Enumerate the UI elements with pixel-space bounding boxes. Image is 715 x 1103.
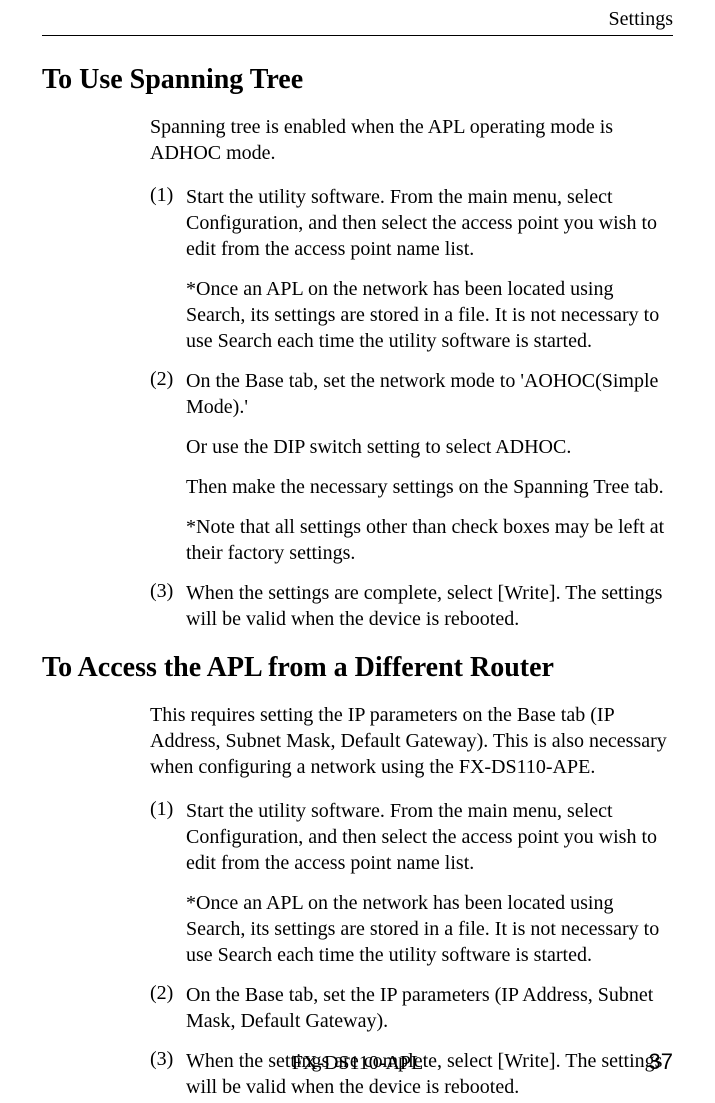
item-para: Start the utility software. From the mai… bbox=[186, 798, 673, 876]
item-para: Or use the DIP switch setting to select … bbox=[186, 434, 673, 460]
header-section-label: Settings bbox=[42, 0, 673, 35]
item-number: (1) bbox=[150, 184, 186, 354]
footer: FX-DS110-APL bbox=[42, 1052, 673, 1075]
item-body: Start the utility software. From the mai… bbox=[186, 184, 673, 354]
item-para: Start the utility software. From the mai… bbox=[186, 184, 673, 262]
list-item: (1) Start the utility software. From the… bbox=[150, 798, 673, 968]
section-heading-1: To Use Spanning Tree bbox=[42, 64, 673, 96]
list-item: (2) On the Base tab, set the IP paramete… bbox=[150, 982, 673, 1034]
item-para: When the settings are complete, select [… bbox=[186, 580, 673, 632]
footer-model-label: FX-DS110-APL bbox=[292, 1052, 424, 1075]
section-heading-2: To Access the APL from a Different Route… bbox=[42, 652, 673, 684]
section-intro-2: This requires setting the IP parameters … bbox=[150, 702, 673, 780]
item-para: *Note that all settings other than check… bbox=[186, 514, 673, 566]
item-number: (2) bbox=[150, 982, 186, 1034]
item-para: On the Base tab, set the IP parameters (… bbox=[186, 982, 673, 1034]
item-body: When the settings are complete, select [… bbox=[186, 580, 673, 632]
item-body: On the Base tab, set the IP parameters (… bbox=[186, 982, 673, 1034]
header-divider bbox=[42, 35, 673, 36]
item-para: Then make the necessary settings on the … bbox=[186, 474, 673, 500]
list-item: (2) On the Base tab, set the network mod… bbox=[150, 368, 673, 566]
section-intro-1: Spanning tree is enabled when the APL op… bbox=[150, 114, 673, 166]
item-para: *Once an APL on the network has been loc… bbox=[186, 890, 673, 968]
page-number: 37 bbox=[649, 1049, 673, 1075]
list-item: (3) When the settings are complete, sele… bbox=[150, 580, 673, 632]
item-body: On the Base tab, set the network mode to… bbox=[186, 368, 673, 566]
item-number: (3) bbox=[150, 580, 186, 632]
item-para: *Once an APL on the network has been loc… bbox=[186, 276, 673, 354]
list-item: (1) Start the utility software. From the… bbox=[150, 184, 673, 354]
item-number: (2) bbox=[150, 368, 186, 566]
item-number: (1) bbox=[150, 798, 186, 968]
item-para: On the Base tab, set the network mode to… bbox=[186, 368, 673, 420]
item-body: Start the utility software. From the mai… bbox=[186, 798, 673, 968]
